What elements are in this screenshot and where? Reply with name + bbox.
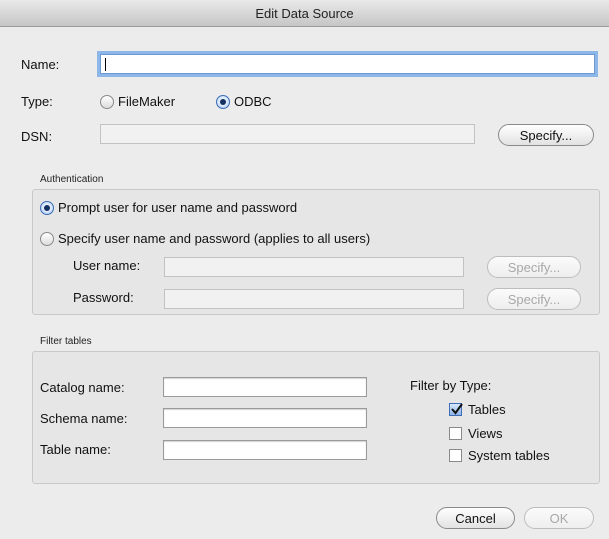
checkmark-icon — [451, 403, 463, 415]
tables-checkbox[interactable] — [449, 403, 463, 416]
type-filemaker-radio[interactable] — [100, 95, 114, 109]
type-odbc-radio[interactable] — [216, 95, 230, 109]
views-checkbox[interactable] — [449, 427, 462, 440]
schema-name-label: Schema name: — [40, 411, 128, 426]
password-field — [164, 289, 464, 309]
table-name-label: Table name: — [40, 442, 111, 457]
ok-button: OK — [524, 507, 594, 529]
name-label: Name: — [21, 57, 60, 72]
auth-prompt-radio[interactable] — [40, 201, 54, 215]
type-odbc-label[interactable]: ODBC — [234, 94, 272, 110]
views-checkbox-label[interactable]: Views — [468, 426, 502, 442]
edit-data-source-dialog: Edit Data Source Name: Type: FileMaker O… — [0, 0, 609, 539]
table-name-input[interactable] — [163, 440, 367, 460]
dsn-specify-button[interactable]: Specify... — [498, 124, 594, 146]
username-specify-button: Specify... — [487, 256, 581, 278]
auth-specify-label[interactable]: Specify user name and password (applies … — [58, 231, 370, 247]
system-tables-checkbox[interactable] — [449, 449, 462, 462]
system-tables-checkbox-label[interactable]: System tables — [468, 448, 550, 464]
password-label: Password: — [73, 290, 134, 305]
auth-specify-radio[interactable] — [40, 232, 54, 246]
dsn-label: DSN: — [21, 129, 53, 144]
title-bar: Edit Data Source — [0, 0, 609, 27]
tables-checkbox-label[interactable]: Tables — [468, 402, 506, 418]
filter-group-title: Filter tables — [40, 336, 92, 347]
cancel-button[interactable]: Cancel — [436, 507, 515, 529]
schema-name-input[interactable] — [163, 408, 367, 428]
name-input[interactable] — [100, 54, 595, 74]
catalog-name-label: Catalog name: — [40, 380, 125, 395]
username-label: User name: — [73, 258, 141, 273]
text-caret — [105, 58, 106, 71]
dsn-field — [100, 124, 475, 144]
type-label: Type: — [21, 94, 53, 109]
auth-prompt-label[interactable]: Prompt user for user name and password — [58, 200, 297, 216]
type-filemaker-label[interactable]: FileMaker — [118, 94, 175, 110]
authentication-group-title: Authentication — [40, 174, 104, 185]
filter-by-type-label: Filter by Type: — [410, 378, 492, 393]
username-field — [164, 257, 464, 277]
catalog-name-input[interactable] — [163, 377, 367, 397]
password-specify-button: Specify... — [487, 288, 581, 310]
window-title: Edit Data Source — [255, 5, 354, 21]
